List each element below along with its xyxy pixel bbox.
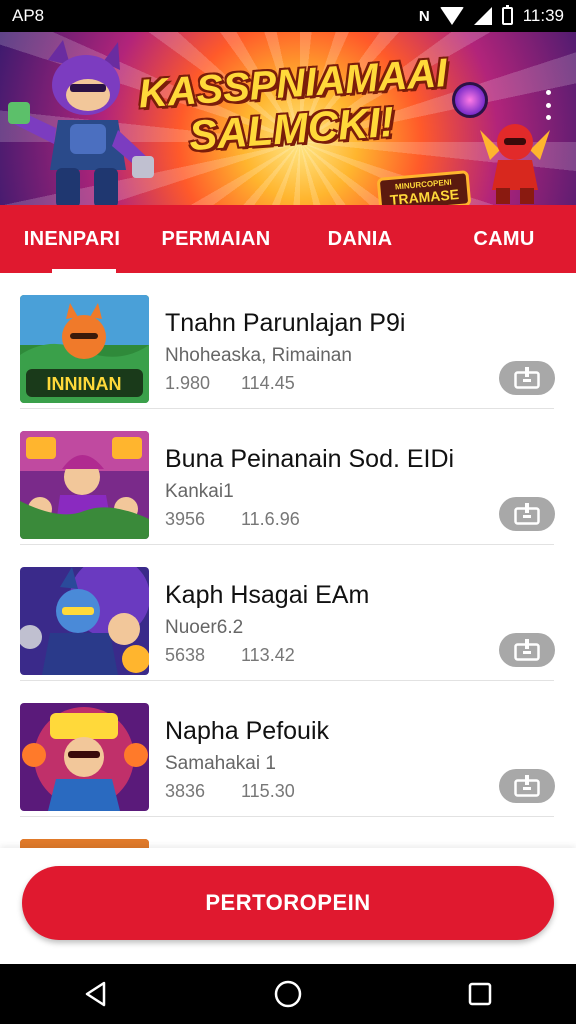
game-thumbnail: INNINAN — [20, 295, 149, 403]
nfc-icon: N — [418, 7, 430, 25]
hero-character-left-illustration — [8, 40, 154, 205]
download-button[interactable] — [499, 633, 555, 667]
game-stat-2: 11.6.96 — [241, 509, 300, 529]
download-button[interactable] — [499, 769, 555, 803]
game-stat-1: 5638 — [165, 645, 206, 665]
battery-icon — [501, 5, 513, 25]
game-thumbnail — [20, 431, 149, 539]
more-vertical-icon[interactable] — [540, 90, 556, 120]
home-circle-icon[interactable] — [258, 969, 318, 1019]
game-title: Napha Pefouik — [165, 717, 330, 745]
game-title: Buna Peinanain Sod. EIDi — [165, 445, 455, 473]
list-item[interactable]: Kaph Hsagai EAm Nuoer6.2 5638 113.42 — [0, 545, 576, 681]
carrier-label: AP8 — [12, 6, 45, 25]
tab-bar: INENPARI PERMAIAN DANIA CAMU — [0, 205, 576, 273]
download-box-icon — [514, 503, 540, 525]
wifi-icon — [439, 7, 464, 25]
list-item[interactable]: Napha Pefouik Samahakai 1 3836 115.30 — [0, 681, 576, 817]
game-title: Tnahn Parunlajan P9i — [165, 309, 406, 337]
download-button[interactable] — [499, 361, 555, 395]
game-subtitle: Kankai1 — [165, 481, 234, 502]
list-item-partial[interactable] — [0, 817, 576, 848]
game-title: Kaph Hsagai EAm — [165, 581, 370, 609]
back-triangle-icon[interactable] — [66, 969, 126, 1019]
game-stat-1: 3836 — [165, 781, 206, 801]
game-stat-2: 113.42 — [241, 645, 295, 665]
download-box-icon — [514, 367, 540, 389]
tab-inenpari[interactable]: INENPARI — [0, 205, 144, 273]
app-screen: AP8 N 11:39 KASSPNIAMAAI SALMCKI! MINURC… — [0, 0, 576, 1024]
game-stat-1: 1.980 — [165, 373, 211, 393]
status-bar: AP8 N 11:39 — [0, 0, 576, 32]
hero-character-right-illustration — [480, 124, 550, 204]
game-list: INNINAN Tnahn Parunlajan P9i Nhoheaska, … — [0, 273, 576, 848]
list-item[interactable]: Buna Peinanain Sod. EIDi Kankai1 3956 11… — [0, 409, 576, 545]
game-stat-1: 3956 — [165, 509, 206, 529]
download-button[interactable] — [499, 497, 555, 531]
game-thumbnail — [20, 839, 149, 848]
game-thumbnail — [20, 703, 149, 811]
clock: 11:39 — [522, 6, 564, 25]
recents-square-icon[interactable] — [450, 969, 510, 1019]
status-icons: N 11:39 — [418, 5, 564, 26]
signal-icon — [473, 7, 492, 25]
download-box-icon — [514, 639, 540, 661]
game-stat-2: 114.45 — [241, 373, 295, 393]
list-item[interactable]: INNINAN Tnahn Parunlajan P9i Nhoheaska, … — [0, 273, 576, 409]
game-thumbnail — [20, 567, 149, 675]
tab-dania[interactable]: DANIA — [288, 205, 432, 273]
primary-cta-button[interactable]: PERTOROPEIN — [22, 866, 554, 940]
game-subtitle: Samahakai 1 — [165, 753, 276, 774]
tab-permaian[interactable]: PERMAIAN — [144, 205, 288, 273]
bottom-action-area: PERTOROPEIN — [0, 848, 576, 964]
game-subtitle: Nuoer6.2 — [165, 617, 244, 638]
system-navigation-bar — [0, 964, 576, 1024]
tab-camu[interactable]: CAMU — [432, 205, 576, 273]
thumbnail-caption: INNINAN — [47, 374, 122, 394]
promo-banner[interactable]: KASSPNIAMAAI SALMCKI! MINURCOPENI TRAMAS… — [0, 32, 576, 205]
download-box-icon — [514, 775, 540, 797]
game-subtitle: Nhoheaska, Rimainan — [165, 345, 352, 366]
game-stat-2: 115.30 — [241, 781, 295, 801]
